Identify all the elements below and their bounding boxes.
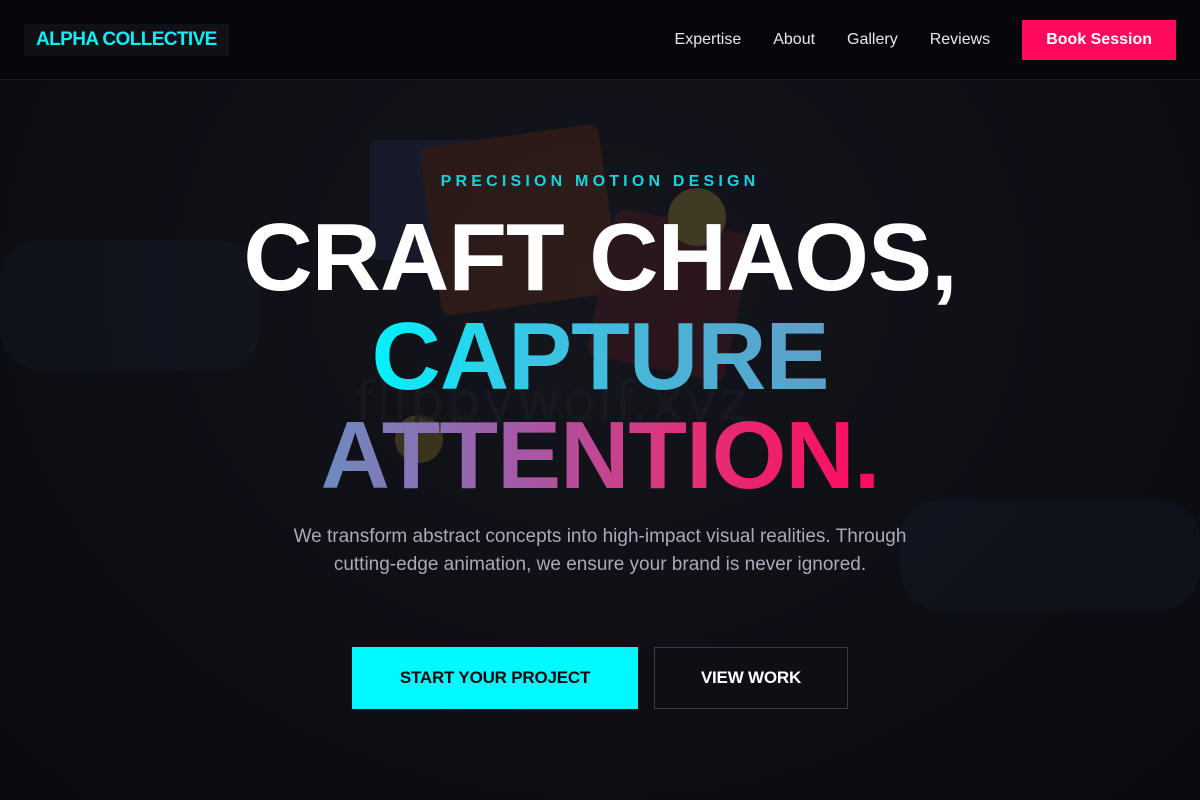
nav-link-reviews[interactable]: Reviews <box>930 31 990 49</box>
headline-attention: ATTENTION. <box>321 406 880 505</box>
book-session-button[interactable]: Book Session <box>1022 19 1176 60</box>
brand-logo[interactable]: ALPHA COLLECTIVE <box>24 23 229 56</box>
headline-line-2: CAPTURE <box>0 307 1200 406</box>
view-work-button[interactable]: VIEW WORK <box>654 647 848 709</box>
headline-line-3: ATTENTION. <box>0 406 1200 505</box>
headline-dot: . <box>853 402 880 509</box>
nav-link-gallery[interactable]: Gallery <box>847 31 898 49</box>
headline-line-1: CRAFT CHAOS, <box>243 204 957 311</box>
hero-subtext: We transform abstract concepts into high… <box>293 526 907 575</box>
nav-link-expertise[interactable]: Expertise <box>675 31 742 49</box>
main-nav: Expertise About Gallery Reviews Book Ses… <box>643 19 1176 60</box>
headline-attention-word: ATTENTION <box>320 402 854 509</box>
top-navbar: ALPHA COLLECTIVE Expertise About Gallery… <box>0 0 1200 80</box>
nav-link-about[interactable]: About <box>773 31 815 49</box>
headline-capture: CAPTURE <box>371 303 829 410</box>
hero-cta-row: START YOUR PROJECT VIEW WORK <box>0 647 1200 709</box>
hero-section: PRECISION MOTION DESIGN CRAFT CHAOS, CAP… <box>0 80 1200 800</box>
page: flippywolf.xyz ALPHA COLLECTIVE Expertis… <box>0 0 1200 800</box>
hero-headline: CRAFT CHAOS, CAPTURE ATTENTION. <box>0 208 1200 505</box>
start-project-button[interactable]: START YOUR PROJECT <box>352 647 638 709</box>
hero-eyebrow: PRECISION MOTION DESIGN <box>440 173 760 190</box>
